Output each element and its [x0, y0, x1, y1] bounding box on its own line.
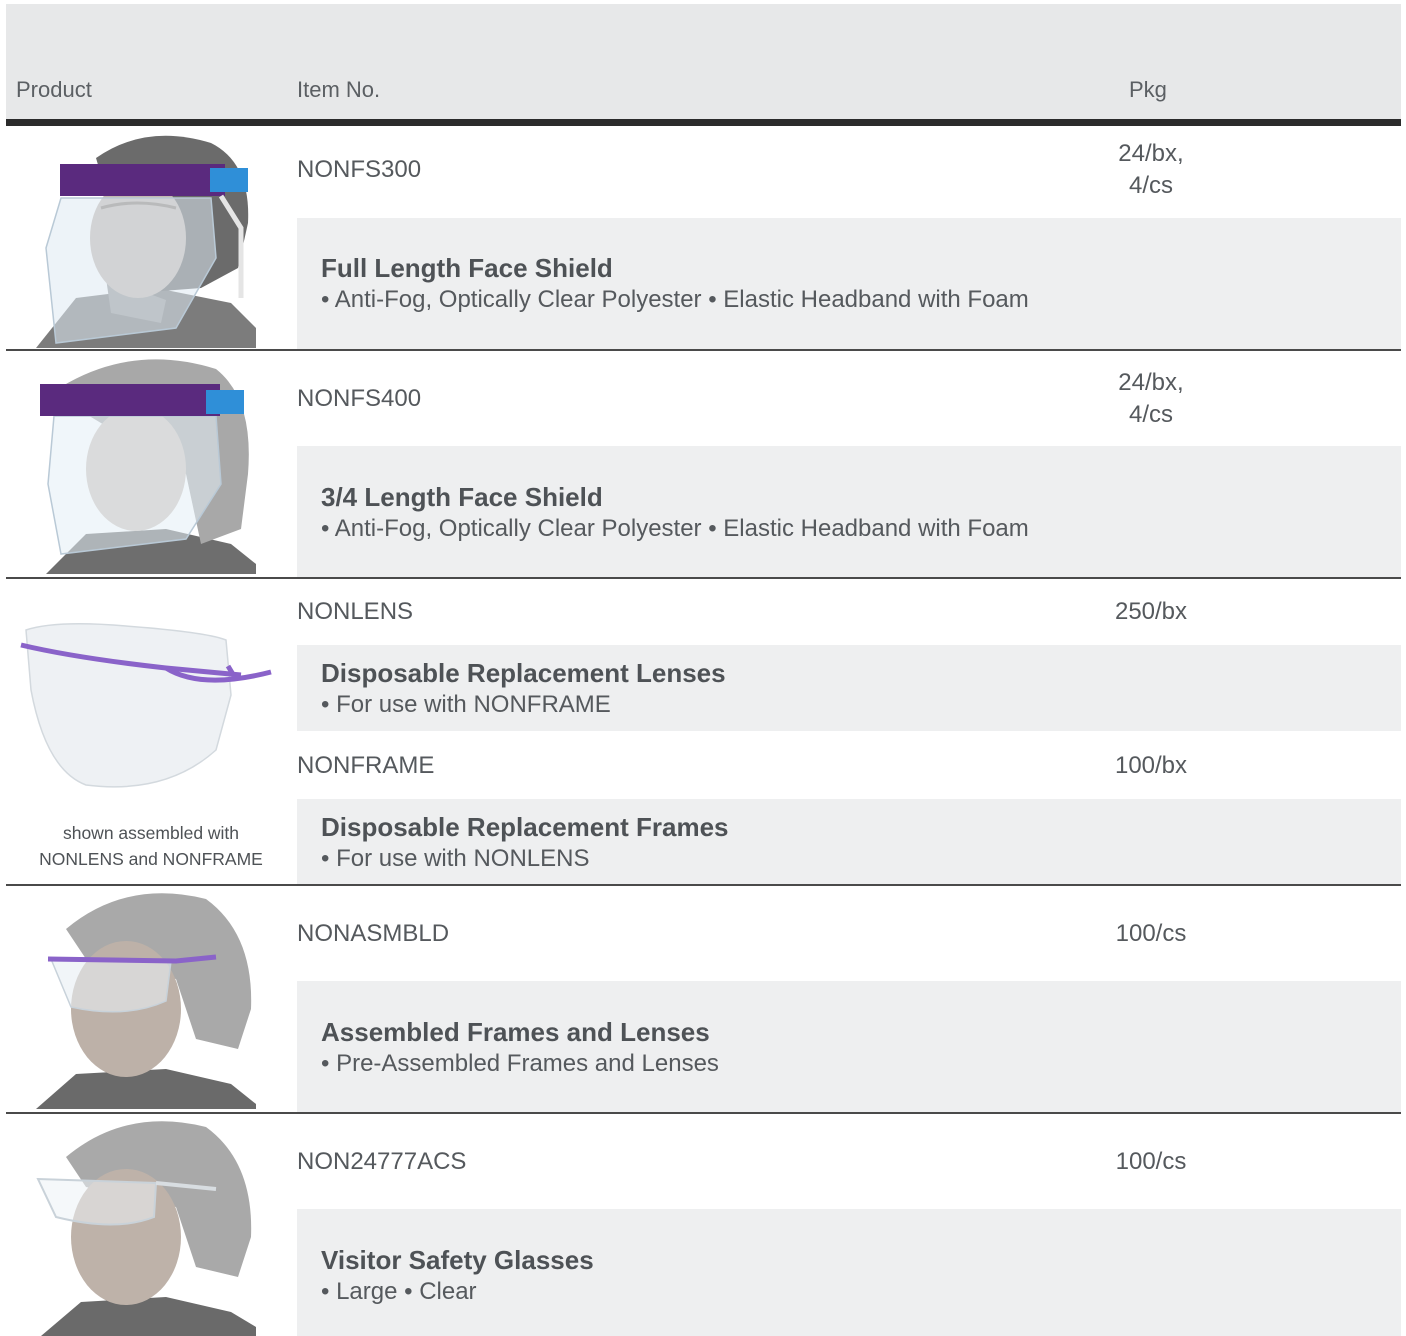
- item-number: NONASMBLD: [297, 920, 450, 947]
- product-name: Visitor Safety Glasses: [321, 1245, 594, 1275]
- frame-and-lens-photo: [16, 620, 276, 810]
- item-number: NONLENS: [297, 598, 414, 625]
- product-name: Assembled Frames and Lenses: [321, 1017, 710, 1047]
- header-rule: [6, 119, 1401, 126]
- row-divider: [6, 1112, 1401, 1114]
- assembled-frames-photo: [16, 889, 256, 1109]
- pkg-line: 24/bx,: [1118, 140, 1184, 167]
- header-pkg: Pkg: [1129, 77, 1167, 102]
- header-product: Product: [16, 77, 92, 102]
- item-number: NONFRAME: [297, 752, 435, 779]
- product-name: Disposable Replacement Lenses: [321, 658, 726, 688]
- product-description: • Pre-Assembled Frames and Lenses: [321, 1050, 719, 1077]
- pkg-line: 250/bx: [1114, 598, 1188, 625]
- product-description: • Large • Clear: [321, 1278, 477, 1305]
- header-item-no: Item No.: [297, 77, 381, 102]
- pkg-line: 4/cs: [1128, 401, 1173, 428]
- pkg-line: 24/bx,: [1118, 369, 1184, 396]
- product-name: Disposable Replacement Frames: [321, 812, 729, 842]
- product-name: 3/4 Length Face Shield: [321, 482, 603, 512]
- photo-caption-line-2: NONLENS and NONFRAME: [39, 849, 263, 869]
- product-description: • For use with NONFRAME: [321, 691, 611, 718]
- row-divider: [6, 577, 1401, 579]
- product-description: • Anti-Fog, Optically Clear Polyester • …: [321, 286, 1029, 313]
- visitor-glasses-photo: [16, 1117, 256, 1336]
- item-number: NONFS300: [297, 156, 422, 183]
- full-length-face-shield-photo: [16, 128, 256, 348]
- pkg-line: 100/cs: [1115, 920, 1187, 947]
- pkg-line: 100/bx: [1114, 752, 1188, 779]
- item-number: NONFS400: [297, 385, 422, 412]
- row-divider: [6, 349, 1401, 351]
- table-header: [6, 4, 1401, 119]
- product-description: • For use with NONLENS: [321, 845, 590, 872]
- item-number: NON24777ACS: [297, 1148, 467, 1175]
- photo-caption-line-1: shown assembled with: [62, 823, 240, 843]
- product-name: Full Length Face Shield: [321, 253, 613, 283]
- product-table-page: Product Item No. Pkg shown assembled wit…: [0, 0, 1406, 1336]
- row-divider: [6, 884, 1401, 886]
- pkg-line: 100/cs: [1115, 1148, 1187, 1175]
- product-description: • Anti-Fog, Optically Clear Polyester • …: [321, 515, 1029, 542]
- three-quarter-face-shield-photo: [16, 354, 256, 574]
- pkg-line: 4/cs: [1128, 172, 1173, 199]
